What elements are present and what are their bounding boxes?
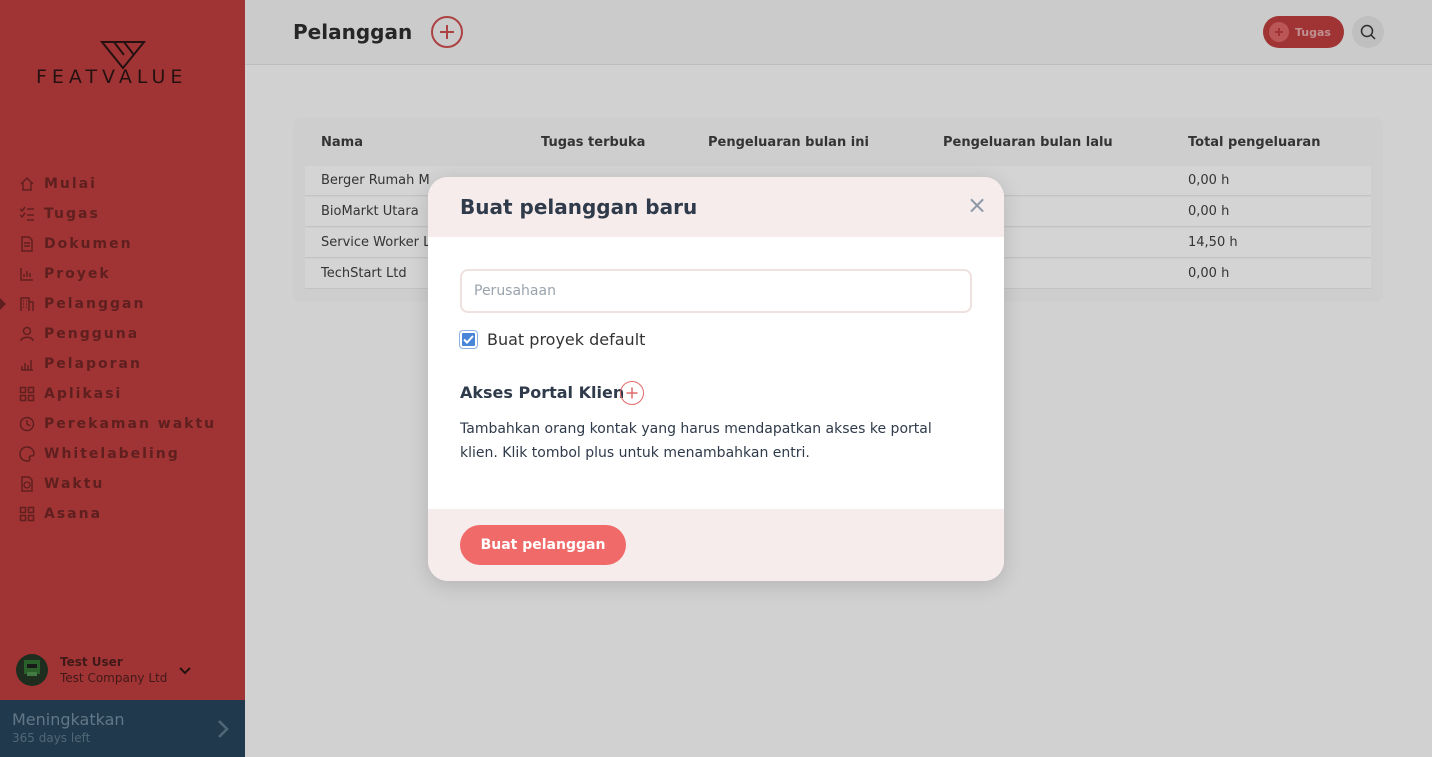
create-customer-button[interactable]: Buat pelanggan [460, 525, 626, 565]
add-portal-contact-button[interactable] [620, 381, 644, 405]
plus-icon [626, 387, 638, 399]
portal-access-title: Akses Portal Klien [460, 383, 625, 402]
default-project-option[interactable]: Buat proyek default [460, 330, 645, 349]
create-customer-modal: Buat pelanggan baru × Buat proyek defaul… [428, 177, 1004, 581]
default-project-label: Buat proyek default [487, 330, 646, 349]
checkmark-icon [463, 335, 474, 344]
modal-title: Buat pelanggan baru [460, 195, 698, 219]
modal-footer: Buat pelanggan [428, 509, 1004, 581]
portal-access-description: Tambahkan orang kontak yang harus mendap… [460, 421, 932, 461]
close-icon[interactable]: × [967, 193, 987, 217]
default-project-checkbox[interactable] [460, 331, 477, 348]
company-input[interactable] [460, 269, 972, 313]
modal-header: Buat pelanggan baru × [428, 177, 1004, 237]
